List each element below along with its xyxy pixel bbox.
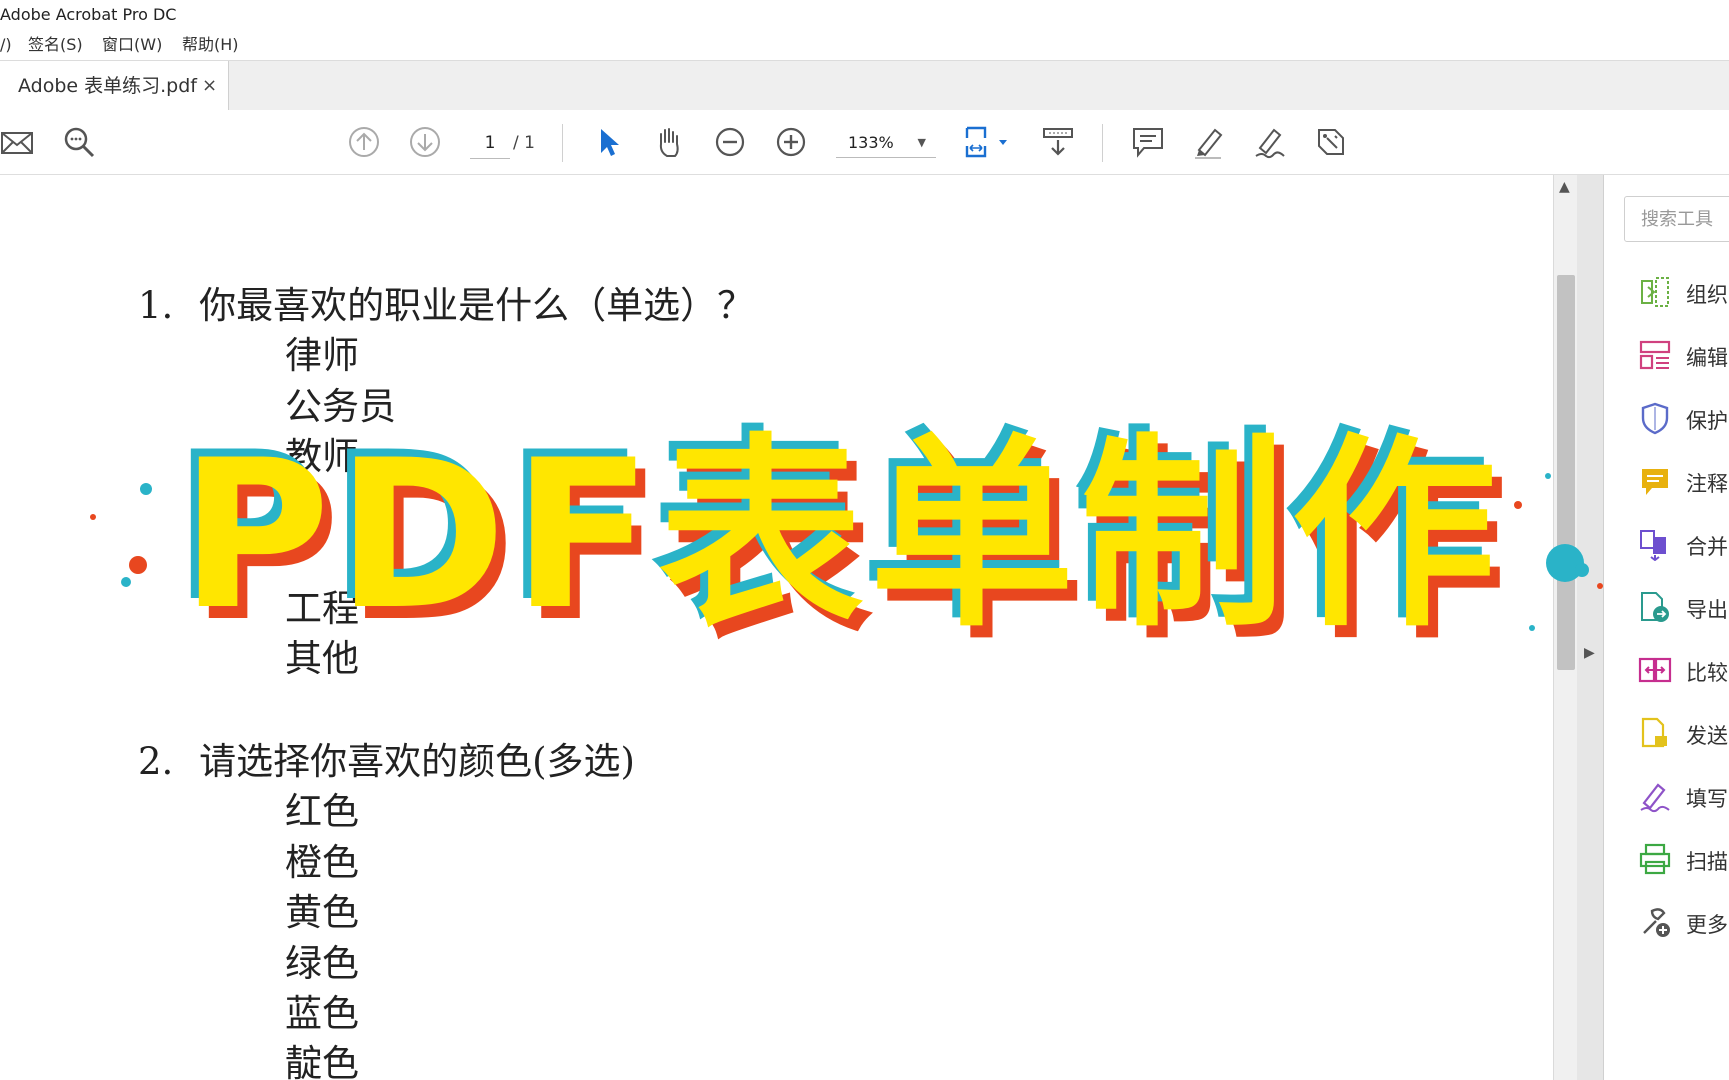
- tool-more[interactable]: 更多: [1638, 905, 1729, 945]
- menu-bar: /) 签名(S) 窗口(W) 帮助(H): [0, 30, 1729, 61]
- tool-label: 比较: [1686, 661, 1728, 685]
- menu-item-window[interactable]: 窗口(W): [102, 30, 162, 60]
- tool-send[interactable]: 发送: [1638, 716, 1729, 756]
- zoom-select[interactable]: 133% ▼: [836, 128, 936, 158]
- tool-label: 填写: [1686, 787, 1728, 811]
- tab-close-icon[interactable]: ×: [202, 61, 217, 111]
- scroll-up-icon[interactable]: ▲: [1559, 179, 1570, 195]
- option-item: 靛色: [285, 1042, 359, 1080]
- question-number: 2.: [138, 740, 174, 783]
- tool-comment[interactable]: 注释: [1638, 464, 1729, 504]
- tool-label: 保护: [1686, 409, 1728, 433]
- tool-combine[interactable]: 合并: [1638, 527, 1729, 567]
- menu-item-partial[interactable]: /): [0, 30, 12, 60]
- toolbar-divider: [562, 124, 563, 162]
- document-page[interactable]: 1. 你最喜欢的职业是什么（单选）？ 律师 公务员 教师 工程 其他 2. 请选…: [0, 175, 1553, 1080]
- tool-label: 组织: [1686, 283, 1728, 307]
- question-text: 请选择你喜欢的颜色(多选): [199, 740, 635, 783]
- tool-label: 发送: [1686, 724, 1728, 748]
- compare-icon: [1638, 657, 1672, 683]
- tool-scan[interactable]: 扫描: [1638, 842, 1729, 882]
- scrollbar-thumb[interactable]: [1557, 275, 1575, 670]
- tool-label: 注释: [1686, 472, 1728, 496]
- sign-icon[interactable]: [1252, 124, 1288, 160]
- tool-protect[interactable]: 保护: [1638, 401, 1729, 441]
- tool-label: 编辑: [1686, 346, 1728, 370]
- tool-label: 扫描: [1686, 850, 1728, 874]
- document-scrollbar[interactable]: ▲: [1553, 175, 1578, 1080]
- tool-label: 合并: [1686, 535, 1728, 559]
- toolbar: 1 / 1 133% ▼: [0, 110, 1729, 175]
- option-item: 蓝色: [285, 992, 359, 1035]
- option-item: 绿色: [285, 942, 359, 985]
- tab-document[interactable]: Adobe 表单练习.pdf ×: [0, 61, 229, 111]
- question-text: 你最喜欢的职业是什么（单选）？: [199, 284, 755, 327]
- question-1: 1. 你最喜欢的职业是什么（单选）？: [138, 275, 754, 329]
- comment-icon[interactable]: [1130, 124, 1166, 160]
- page-total: / 1: [513, 133, 535, 153]
- question-number: 1.: [138, 284, 174, 327]
- tool-label: 更多: [1686, 913, 1728, 937]
- question-2: 2. 请选择你喜欢的颜色(多选): [138, 731, 635, 785]
- option-item: 公务员: [285, 385, 396, 428]
- send-icon: [1641, 717, 1667, 748]
- toolbar-divider: [1102, 124, 1103, 162]
- highlight-icon[interactable]: [1191, 124, 1227, 160]
- window-titlebar: Adobe Acrobat Pro DC: [0, 0, 1729, 30]
- hand-icon[interactable]: [651, 124, 687, 160]
- option-item: 教师: [285, 435, 359, 478]
- tool-export[interactable]: 导出: [1638, 590, 1729, 630]
- select-icon[interactable]: [590, 124, 626, 160]
- zoom-in-icon[interactable]: [773, 124, 809, 160]
- option-item: 工程: [285, 587, 359, 630]
- tool-edit[interactable]: 编辑: [1638, 338, 1729, 378]
- tool-compare[interactable]: 比较: [1638, 653, 1729, 693]
- pane-gutter: ▶: [1577, 175, 1604, 1080]
- menu-item-sign[interactable]: 签名(S): [28, 30, 83, 60]
- option-item: 橙色: [285, 841, 359, 884]
- option-item: 其他: [285, 637, 359, 680]
- fit-page-icon[interactable]: [963, 124, 1011, 160]
- zoom-value: 133%: [848, 133, 894, 152]
- protect-shield-icon: [1641, 402, 1669, 435]
- page-number-input[interactable]: 1: [470, 128, 510, 159]
- stamp-icon[interactable]: [1313, 124, 1349, 160]
- window-title: Adobe Acrobat Pro DC: [0, 5, 177, 24]
- search-icon[interactable]: [61, 124, 97, 160]
- tool-fill-sign[interactable]: 填写: [1638, 779, 1729, 819]
- tools-pane: 搜索工具 组织 编辑 保护 注释 合并 导出 比较 发送 填写 扫描 更多: [1604, 175, 1729, 1080]
- tab-bar: Adobe 表单练习.pdf ×: [0, 61, 1729, 111]
- page-down-icon[interactable]: [407, 124, 443, 160]
- fill-sign-icon: [1640, 783, 1670, 813]
- mail-icon[interactable]: [0, 124, 36, 160]
- organize-pages-icon: [1641, 277, 1669, 307]
- collapse-pane-icon[interactable]: ▶: [1584, 645, 1595, 661]
- combine-files-icon: [1640, 530, 1666, 561]
- edit-pdf-icon: [1639, 340, 1671, 370]
- tool-organize[interactable]: 组织: [1638, 275, 1729, 315]
- option-item: 红色: [285, 790, 359, 833]
- tab-label: Adobe 表单练习.pdf: [18, 75, 197, 97]
- menu-item-help[interactable]: 帮助(H): [182, 30, 239, 60]
- zoom-out-icon[interactable]: [712, 124, 748, 160]
- comment-tool-icon: [1642, 469, 1668, 495]
- tool-label: 导出: [1686, 598, 1728, 622]
- scan-icon: [1639, 843, 1671, 875]
- more-tools-icon: [1643, 908, 1670, 937]
- export-pdf-icon: [1641, 592, 1669, 622]
- search-tools-input[interactable]: 搜索工具: [1624, 196, 1729, 242]
- chevron-down-icon: ▼: [917, 136, 926, 149]
- scroll-mode-icon[interactable]: [1040, 124, 1076, 160]
- page-up-icon[interactable]: [346, 124, 382, 160]
- option-item: 黄色: [285, 891, 359, 934]
- option-item: 律师: [285, 334, 359, 377]
